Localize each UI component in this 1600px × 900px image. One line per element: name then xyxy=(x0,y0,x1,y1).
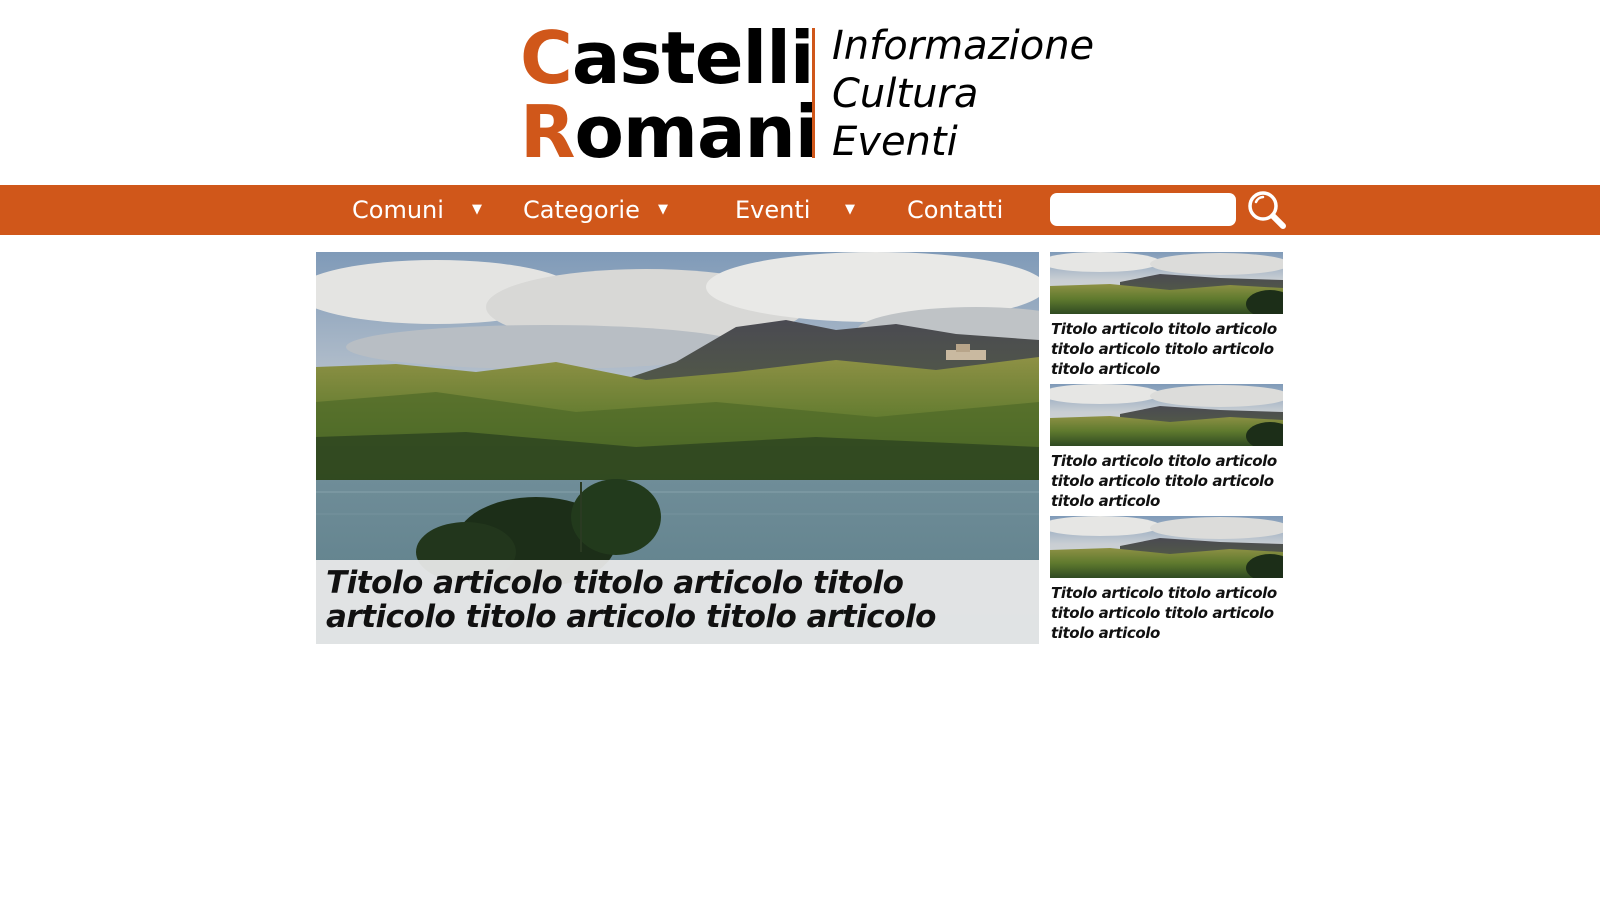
logo-initial-c: C xyxy=(520,16,573,100)
featured-title[interactable]: Titolo articolo titolo articolo titolo a… xyxy=(326,566,1029,634)
logo-initial-r: R xyxy=(520,90,575,174)
logo-word-romani: Romani xyxy=(520,96,819,168)
side-article-title[interactable]: Titolo articolo titolo articolo titolo a… xyxy=(1050,451,1283,511)
nav-label-comuni: Comuni xyxy=(352,196,444,224)
nav-item-comuni[interactable]: Comuni ▼ xyxy=(352,185,482,235)
logo-rest-castelli: astelli xyxy=(571,16,815,100)
nav-item-categorie[interactable]: Categorie ▼ xyxy=(523,185,668,235)
logo-rest-romani: omani xyxy=(574,90,819,174)
dropdown-caret-icon: ▼ xyxy=(472,202,482,217)
side-article-thumbnail xyxy=(1050,384,1283,446)
side-article[interactable]: Titolo articolo titolo articolo titolo a… xyxy=(1050,252,1283,379)
logo-word-castelli: Castelli xyxy=(520,22,815,94)
tagline-eventi: Eventi xyxy=(832,119,958,165)
nav-label-eventi: Eventi xyxy=(735,196,811,224)
side-article-title[interactable]: Titolo articolo titolo articolo titolo a… xyxy=(1050,583,1283,643)
featured-article[interactable]: Titolo articolo titolo articolo titolo a… xyxy=(316,252,1039,644)
side-article-thumbnail xyxy=(1050,252,1283,314)
side-article-title[interactable]: Titolo articolo titolo articolo titolo a… xyxy=(1050,319,1283,379)
main-nav: Comuni ▼ Categorie ▼ Eventi ▼ Contatti xyxy=(0,185,1600,235)
search-input[interactable] xyxy=(1050,193,1236,226)
search-button[interactable] xyxy=(1246,189,1288,231)
site-logo[interactable]: Castelli Romani Informazione Cultura Eve… xyxy=(520,20,1094,170)
side-article[interactable]: Titolo articolo titolo articolo titolo a… xyxy=(1050,384,1283,511)
featured-caption: Titolo articolo titolo articolo titolo a… xyxy=(316,560,1039,644)
dropdown-caret-icon: ▼ xyxy=(845,202,855,217)
side-article[interactable]: Titolo articolo titolo articolo titolo a… xyxy=(1050,516,1283,643)
side-article-thumbnail xyxy=(1050,516,1283,578)
site-header: Castelli Romani Informazione Cultura Eve… xyxy=(0,0,1600,185)
search-icon xyxy=(1248,191,1286,229)
logo-divider xyxy=(812,28,815,158)
tagline-cultura: Cultura xyxy=(832,71,979,117)
tagline-informazione: Informazione xyxy=(832,23,1095,69)
nav-item-contatti[interactable]: Contatti xyxy=(907,185,1003,235)
nav-label-contatti: Contatti xyxy=(907,196,1004,224)
nav-item-eventi[interactable]: Eventi ▼ xyxy=(735,185,855,235)
nav-label-categorie: Categorie xyxy=(523,196,640,224)
dropdown-caret-icon: ▼ xyxy=(658,202,668,217)
